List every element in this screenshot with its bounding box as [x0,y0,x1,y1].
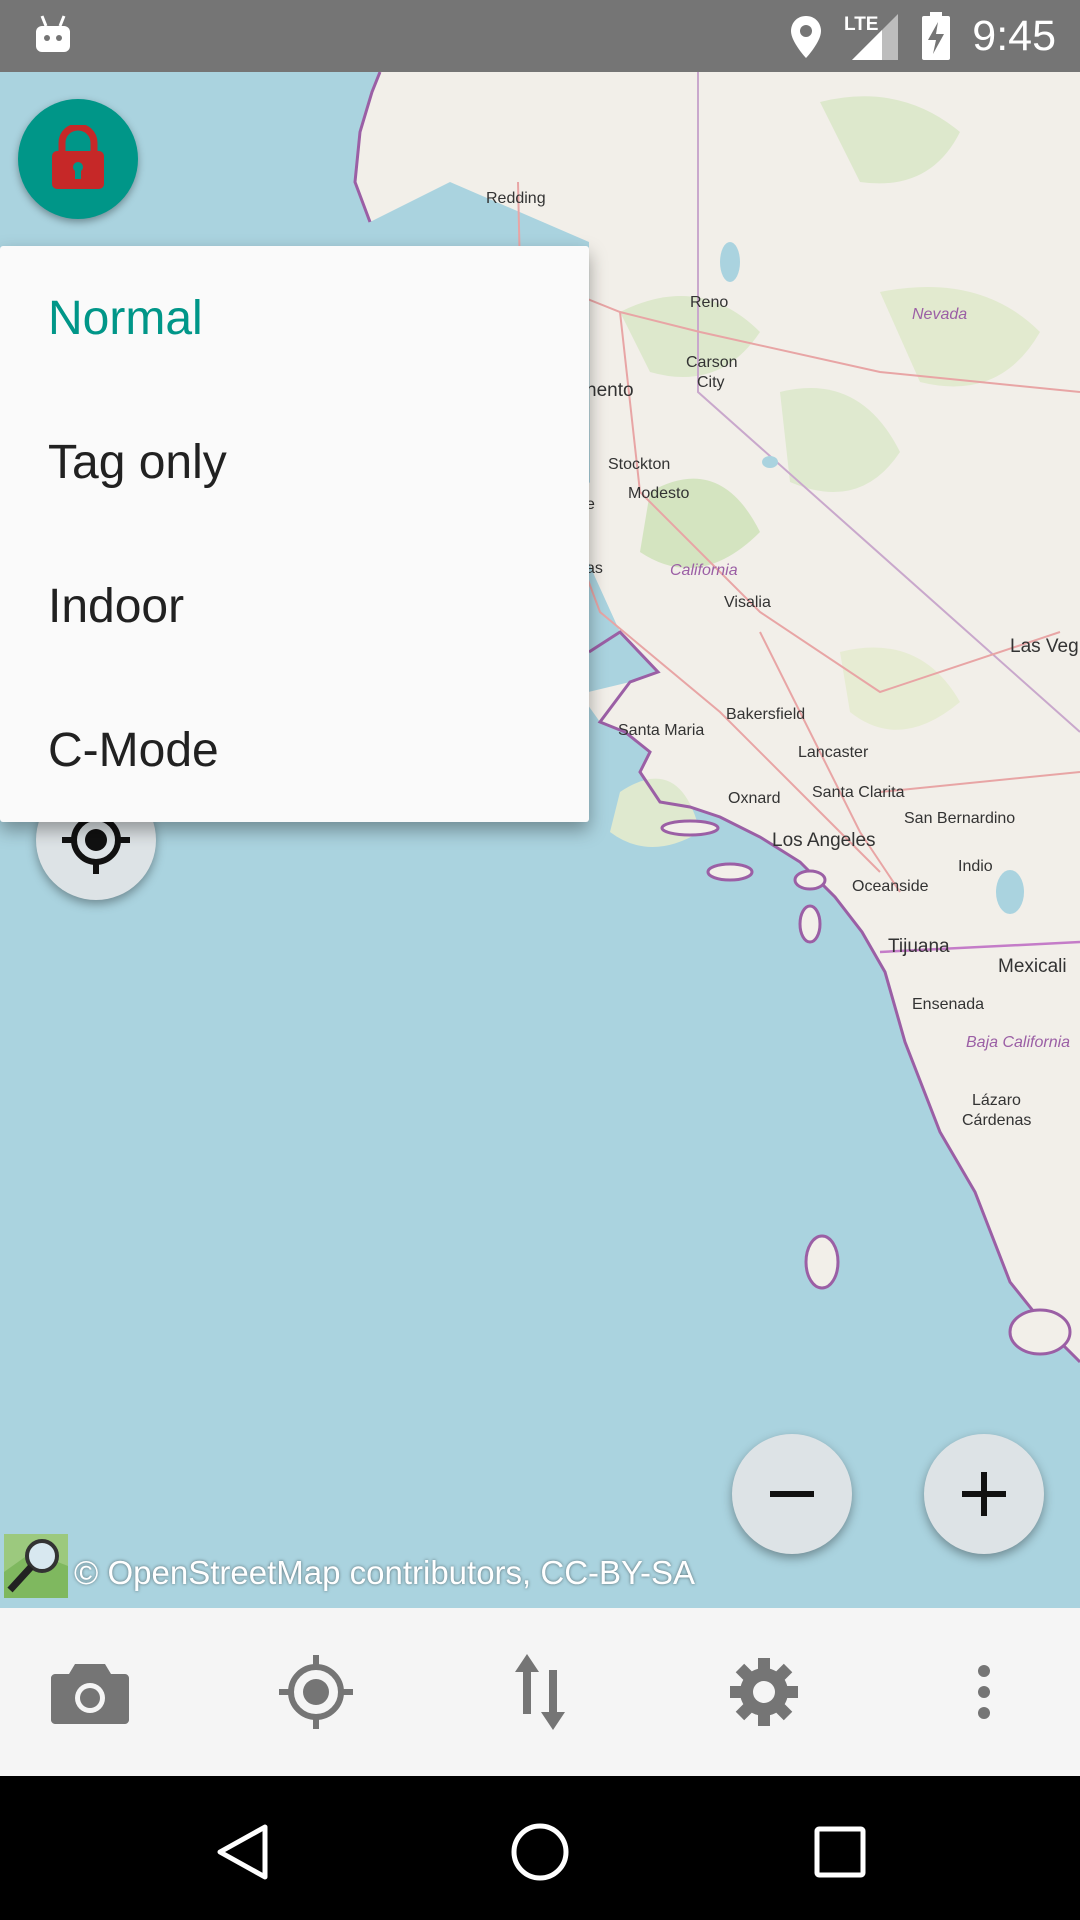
map-label: Stockton [608,456,671,473]
lock-button[interactable] [18,99,138,219]
zoom-in-button[interactable] [924,1434,1044,1554]
lock-icon [52,125,104,189]
zoom-out-button[interactable] [732,1434,852,1554]
signal-icon [852,14,898,60]
transfer-icon [515,1654,565,1730]
map-label: Baja California [966,1034,1071,1051]
map-label: Santa Maria [618,722,705,739]
back-button[interactable] [202,1812,282,1892]
camera-button[interactable] [42,1644,138,1740]
map-label: Lázaro [972,1092,1021,1109]
menu-item-indoor[interactable]: Indoor [0,534,589,678]
plus-icon [962,1472,1006,1516]
map-label: Lancaster [798,744,869,761]
home-icon [511,1823,569,1881]
recents-button[interactable] [800,1812,880,1892]
map-label: Visalia [724,594,771,611]
map-label: California [670,562,738,579]
map-attribution[interactable]: © OpenStreetMap contributors, CC-BY-SA [74,1554,695,1592]
map-label: Las Veg [1010,636,1079,657]
map-label: City [697,374,725,391]
camera-icon [51,1664,129,1724]
map-label: Santa Clarita [812,784,905,801]
system-navigation-bar [0,1776,1080,1920]
map-label: Bakersfield [726,706,806,723]
home-button[interactable] [500,1812,580,1892]
map-label: Reno [690,294,729,311]
map-label: Redding [486,190,546,207]
menu-item-tag-only[interactable]: Tag only [0,390,589,534]
location-icon [791,16,821,58]
battery-charging-icon [922,12,950,60]
recents-icon [814,1826,866,1878]
menu-item-normal[interactable]: Normal [0,246,589,390]
clock: 9:45 [972,12,1056,60]
map-label: Mexicali [998,956,1067,977]
map-label: Tijuana [888,936,950,957]
more-icon [978,1665,990,1719]
attribution-map-icon [4,1534,68,1598]
map-label: Oceanside [852,878,929,895]
map-label: Nevada [912,306,968,323]
settings-icon [730,1658,798,1726]
back-icon [217,1824,268,1880]
more-options-button[interactable] [936,1644,1032,1740]
mode-menu: Normal Tag only Indoor C-Mode [0,246,589,822]
transfer-button[interactable] [492,1644,588,1740]
map-label: Los Angeles [772,830,876,851]
minus-icon [770,1491,814,1497]
android-icon [36,15,70,52]
gps-menu-button[interactable] [268,1644,364,1740]
map-label: nento [586,380,634,401]
map-label: San Bernardino [904,810,1016,827]
settings-button[interactable] [716,1644,812,1740]
map-label: Oxnard [728,790,781,807]
menu-item-c-mode[interactable]: C-Mode [0,678,589,822]
map-label: Modesto [628,485,690,502]
map-label: Carson [686,354,738,371]
map-label: Cárdenas [962,1112,1032,1129]
map-label: Ensenada [912,996,985,1013]
map-label: Indio [958,858,993,875]
gps-icon [279,1655,353,1729]
status-bar: LTE 9:45 [0,0,1080,72]
bottom-toolbar [0,1608,1080,1776]
